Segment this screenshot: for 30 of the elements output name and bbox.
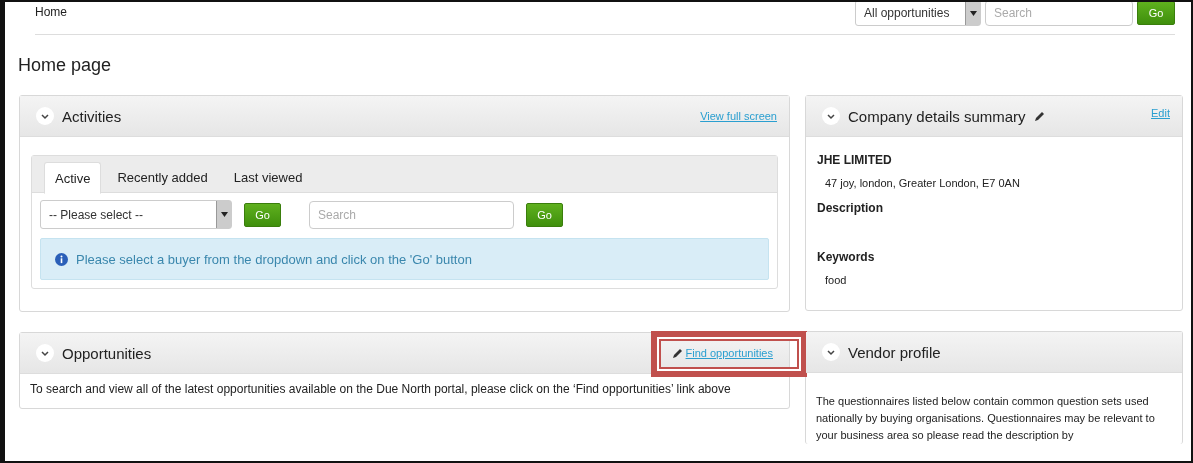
opportunities-text: To search and view all of the latest opportunities available on the Due North portal, please click on the ‘Find opportunities’ link above xyxy=(30,382,732,396)
company-address: 47 joy, london, Greater London, E7 0AN xyxy=(825,177,1021,189)
description-label: Description xyxy=(817,201,884,215)
collapse-icon[interactable] xyxy=(36,344,54,362)
scope-select[interactable]: All opportunities xyxy=(855,2,981,26)
page-title: Home page xyxy=(18,55,113,77)
search-field[interactable]: Search xyxy=(309,200,514,229)
vendor-profile-text: The questionnaires listed below contain common question sets used nationally by buying organisations. Questionnaires may be relevant to your business area so please read the description by xyxy=(816,394,1156,443)
panel-title: Vendor profile xyxy=(848,343,941,361)
collapse-icon[interactable] xyxy=(36,107,54,125)
panel-title: Company details summary xyxy=(848,107,1026,125)
info-icon xyxy=(55,252,68,266)
tab[interactable]: Active xyxy=(44,162,102,194)
collapse-icon[interactable] xyxy=(822,343,840,361)
breadcrumb[interactable]: Home xyxy=(35,5,67,19)
dropdown-arrow-icon xyxy=(969,10,977,16)
tab[interactable]: Last viewed xyxy=(223,162,313,192)
buyer-select[interactable]: -- Please select -- xyxy=(40,200,232,229)
pencil-icon xyxy=(671,347,684,359)
keywords-value: food xyxy=(825,274,848,286)
company-name: JHE LIMITED xyxy=(817,153,893,167)
tab[interactable]: Recently added xyxy=(107,162,218,192)
dropdown-arrow-icon xyxy=(220,212,228,217)
search-field[interactable]: Search xyxy=(985,2,1133,26)
collapse-icon[interactable] xyxy=(822,107,840,125)
keywords-label: Keywords xyxy=(817,250,876,264)
pencil-icon xyxy=(1033,110,1046,122)
panel-title: Activities xyxy=(62,107,122,125)
info-message: Please select a buyer from the dropdown and click on the 'Go' button xyxy=(76,251,472,267)
panel-title: Opportunities xyxy=(62,344,152,362)
